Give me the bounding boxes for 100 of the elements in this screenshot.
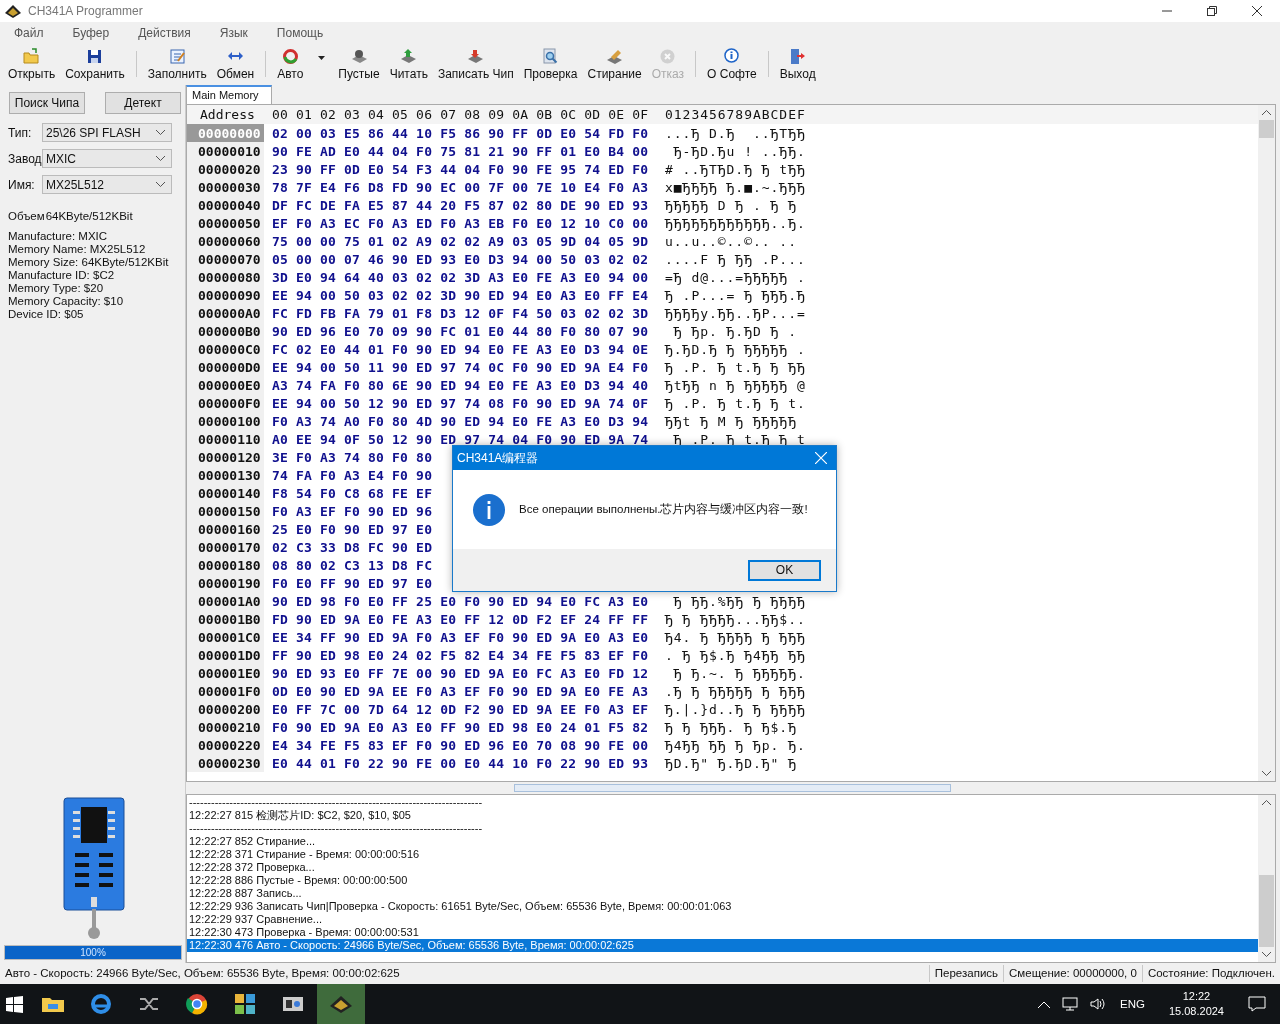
hex-bytes: 3D E0 94 64 40 03 02 02 3D A3 E0 FE A3 E0 94 00 <box>272 269 649 285</box>
browser-icon[interactable] <box>184 992 210 1016</box>
log-line: 12:22:27 815 检测芯片ID: $C2, $20, $10, $05 <box>188 809 412 822</box>
tiles-icon[interactable] <box>232 992 258 1016</box>
ascii-text: ЂtЂЂ n Ђ ЂЂЂЂЂ @ <box>665 377 806 393</box>
toolbar-button[interactable]: Стирание <box>582 44 647 84</box>
address-cell: 000001D0 <box>187 646 264 664</box>
toolbar-button[interactable]: Авто <box>272 44 309 84</box>
sidebar-button[interactable]: Поиск Чипа <box>9 92 85 114</box>
hex-bytes: F0 A3 EF F0 90 ED 96 <box>272 503 433 519</box>
address-cell: 00000120 <box>187 448 264 466</box>
log-line: 12:22:28 371 Стирание - Время: 00:00:00:516 <box>188 848 421 861</box>
clock[interactable]: 12:22 15.08.2024 <box>1168 989 1224 1019</box>
ascii-text: ЂЂt Ђ M Ђ ЂЂЂЂЂ <box>665 413 797 429</box>
chip-info-line: Memory Size: 64KByte/512KBit <box>8 256 170 269</box>
toolbar-button[interactable]: Сохранить <box>60 44 130 84</box>
magnifier-icon <box>542 47 560 65</box>
ascii-text: ЂЂЂЂy.ЂЂ..ЂP...= <box>665 305 806 321</box>
cancel-icon <box>659 47 677 65</box>
dropdown-arrow-icon[interactable] <box>318 56 326 60</box>
scroll-thumb[interactable] <box>1259 120 1274 138</box>
status-text: Состояние: Подключен. <box>1141 965 1280 982</box>
hex-bytes: 90 ED 98 F0 E0 FF 25 E0 F0 90 ED 94 E0 FC A3 E0 <box>272 593 649 609</box>
start-icon[interactable] <box>6 995 23 1013</box>
address-cell: 00000060 <box>187 232 264 250</box>
menu-item[interactable]: Язык <box>219 25 262 40</box>
network-icon[interactable] <box>1062 997 1078 1011</box>
eraser-icon <box>606 47 624 65</box>
dropdown-field[interactable]: MX25L512 <box>42 175 172 194</box>
hex-bytes: F0 90 ED 9A E0 A3 E0 FF 90 ED 98 E0 24 01 F5 82 <box>272 719 649 735</box>
chip-info-line: Memory Type: $20 <box>8 282 105 295</box>
log-line: -------------------------------------------------------------------------------- <box>188 822 484 835</box>
address-cell: 000001C0 <box>187 628 264 646</box>
chip-info-line: Memory Name: MX25L512 <box>8 243 147 256</box>
address-cell: 000000B0 <box>187 322 264 340</box>
address-cell: 00000170 <box>187 538 264 556</box>
toolbar-button[interactable]: Открыть <box>3 44 61 84</box>
notification-icon[interactable] <box>1248 996 1266 1012</box>
address-cell: 00000110 <box>187 430 264 448</box>
scroll-down-icon[interactable] <box>1262 952 1271 957</box>
toolbar-button[interactable]: Пустые <box>333 44 385 84</box>
ascii-text: Ђ Ђ ЂЂЂ. Ђ Ђ$.Ђ <box>665 719 797 735</box>
hex-bytes: 74 FA F0 A3 E4 F0 90 <box>272 467 433 483</box>
scroll-thumb[interactable] <box>1259 875 1274 947</box>
ascii-text: Ђ Ђp. Ђ.ЂD Ђ . <box>672 323 797 339</box>
maximize-icon[interactable] <box>1207 6 1217 16</box>
hex-bytes: F0 E0 FF 90 ED 97 E0 <box>272 575 433 591</box>
language-indicator[interactable]: ENG <box>1120 998 1145 1010</box>
ok-button[interactable]: OK <box>748 559 821 581</box>
scroll-down-icon[interactable] <box>1262 771 1271 776</box>
dropdown-field[interactable]: MXIC <box>42 149 172 168</box>
toolbar-button[interactable]: О Софте <box>702 44 762 84</box>
scroll-up-icon[interactable] <box>1262 110 1271 115</box>
hex-bytes: A0 EE 94 0F 50 12 90 ED 97 74 04 F0 90 ED 9A 74 <box>272 431 649 447</box>
size-value: 64KByte/512KBit <box>45 210 133 222</box>
caret-icon[interactable] <box>156 182 165 187</box>
toolbar-button[interactable]: Записать Чип <box>432 44 519 84</box>
ascii-text: =Ђ d@...=ЂЂЂЂЂ . <box>665 269 806 285</box>
globe-icon[interactable] <box>88 992 114 1016</box>
scrollbar[interactable] <box>1258 795 1275 962</box>
address-cell: 00000080 <box>187 268 264 286</box>
dropdown-field[interactable]: 25\26 SPI FLASH <box>42 123 172 142</box>
chip-info-line: Manufacture: MXIC <box>8 230 109 243</box>
chip-icon <box>467 47 485 65</box>
ascii-text: Ђ .P...= Ђ ЂЂЂ.Ђ <box>665 287 806 303</box>
toolbar-button[interactable]: Выход <box>774 44 821 84</box>
address-cell: 00000030 <box>187 178 264 196</box>
chip-info-line: Memory Capacity: $10 <box>8 295 125 308</box>
hex-bytes: 90 ED 93 E0 FF 7E 00 90 ED 9A E0 FC A3 E0 FD 12 <box>272 665 649 681</box>
caret-icon[interactable] <box>156 130 165 135</box>
taskbar-app[interactable] <box>317 984 365 1024</box>
toolbar-button[interactable]: Заполнить <box>142 44 212 84</box>
volume-icon[interactable] <box>1090 997 1106 1011</box>
chip-info-line: Device ID: $05 <box>8 308 85 321</box>
hex-bytes: F8 54 F0 C8 68 FE EF <box>272 485 433 501</box>
toolbar-button[interactable]: Обмен <box>211 44 260 84</box>
toolbar-button[interactable]: Читать <box>384 44 433 84</box>
caret-icon[interactable] <box>156 156 165 161</box>
close-icon[interactable] <box>1252 6 1262 16</box>
ascii-text: Ђ.ЂD.Ђ Ђ ЂЂЂЂЂ . <box>665 341 806 357</box>
menu-item[interactable]: Файл <box>14 25 58 40</box>
menu-item[interactable]: Помощь <box>276 25 338 40</box>
column-header: 0123456789ABCDEF <box>665 107 806 122</box>
menu-item[interactable]: Буфер <box>72 25 124 40</box>
chevron-up-icon[interactable] <box>1038 1000 1050 1008</box>
scrollbar[interactable] <box>1258 105 1275 781</box>
ascii-text: Ђ .P. Ђ t.Ђ Ђ t. <box>665 395 806 411</box>
sidebar-button[interactable]: Детект <box>105 92 181 114</box>
toolbar-button[interactable]: Проверка <box>518 44 583 84</box>
tab[interactable]: Main Memory <box>186 85 272 104</box>
menu-item[interactable]: Действия <box>138 25 205 40</box>
hex-bytes: E4 34 FE F5 83 EF F0 90 ED 96 E0 70 08 90 FE 00 <box>272 737 649 753</box>
address-cell: 00000100 <box>187 412 264 430</box>
chip-info-line: Manufacture ID: $C2 <box>8 269 116 282</box>
hex-bytes: 05 00 00 07 46 90 ED 93 E0 D3 94 00 50 03 02 02 <box>272 251 649 267</box>
log-line: 12:22:28 372 Проверка... <box>188 861 316 874</box>
address-cell: 000001F0 <box>187 682 264 700</box>
hex-bytes: E0 44 01 F0 22 90 FE 00 E0 44 10 F0 22 90 ED 93 <box>272 755 649 771</box>
hex-bytes: 08 80 02 C3 13 D8 FC <box>272 557 433 573</box>
scroll-up-icon[interactable] <box>1262 800 1271 805</box>
